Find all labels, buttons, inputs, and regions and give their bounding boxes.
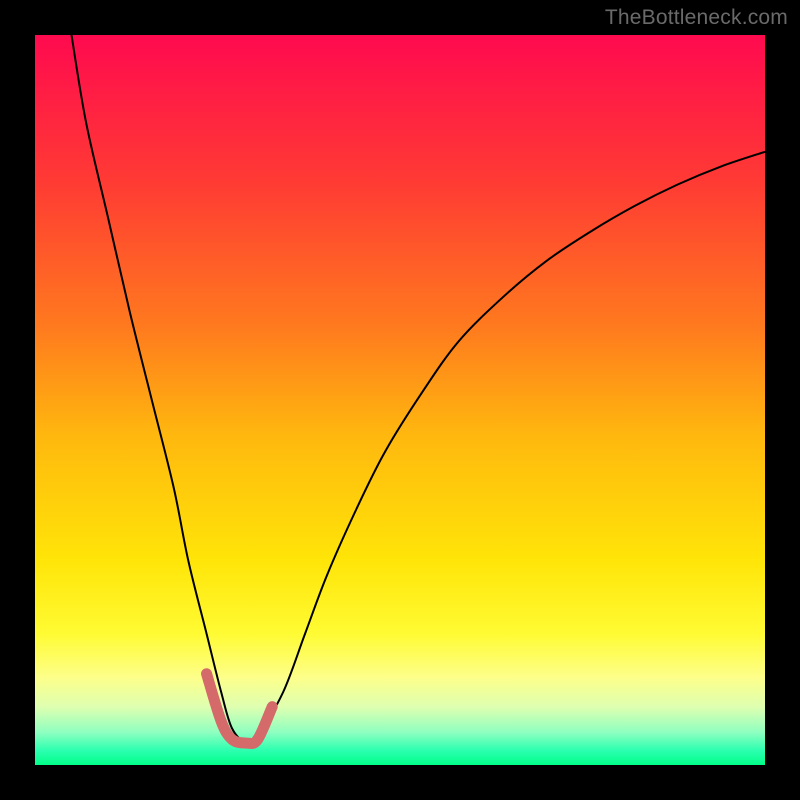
plot-area (35, 35, 765, 765)
background-gradient (35, 35, 765, 765)
outer-frame: TheBottleneck.com (0, 0, 800, 800)
watermark-text: TheBottleneck.com (605, 6, 788, 30)
